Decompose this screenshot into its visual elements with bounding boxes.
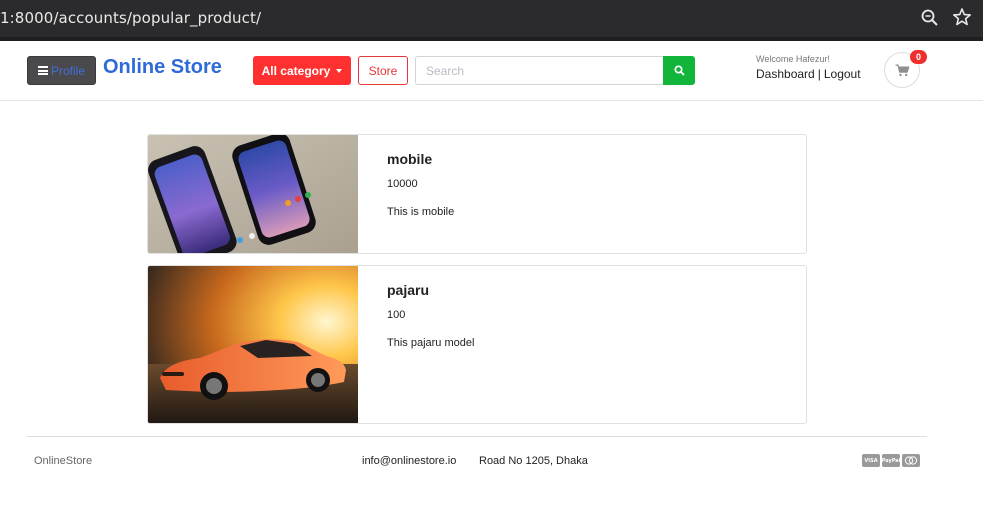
store-button[interactable]: Store [358, 56, 408, 85]
category-label: All category [261, 63, 331, 78]
url-text[interactable]: 1:8000/accounts/popular_product/ [0, 9, 261, 27]
browser-address-bar: 1:8000/accounts/popular_product/ [0, 0, 983, 37]
zoom-icon[interactable] [920, 8, 940, 28]
product-card[interactable]: pajaru 100 This pajaru model [147, 265, 807, 424]
cart-count-badge: 0 [910, 50, 927, 64]
paypal-icon: PayPal [882, 454, 900, 467]
footer-divider [27, 436, 927, 437]
footer-email[interactable]: info@onlinestore.io [362, 455, 456, 467]
footer-address: Road No 1205, Dhaka [479, 455, 588, 467]
product-card[interactable]: mobile 10000 This is mobile [147, 134, 807, 254]
site-header: Profile Online Store All category Store … [0, 41, 983, 101]
profile-label: Profile [51, 63, 86, 78]
product-description: This pajaru model [387, 337, 475, 349]
orange-sports-car-photo [148, 266, 358, 423]
welcome-text: Welcome Hafezur! [756, 54, 830, 64]
cart-icon [895, 63, 909, 76]
payment-icons: VISA PayPal [862, 454, 920, 467]
search-icon [673, 65, 685, 76]
footer-brand: OnlineStore [34, 455, 93, 467]
product-price: 10000 [387, 178, 418, 190]
logout-link[interactable]: Logout [824, 67, 861, 81]
search-button[interactable] [663, 56, 695, 85]
mastercard-icon [902, 454, 920, 467]
product-name[interactable]: pajaru [387, 282, 429, 298]
account-links: Dashboard | Logout [756, 67, 861, 81]
brand-logo[interactable]: Online Store [103, 56, 222, 79]
all-category-dropdown[interactable]: All category [253, 56, 351, 85]
bars-icon [38, 66, 48, 75]
visa-icon: VISA [862, 454, 880, 467]
product-image[interactable] [148, 266, 358, 423]
product-price: 100 [387, 309, 406, 321]
search-input[interactable] [415, 56, 664, 85]
profile-button[interactable]: Profile [27, 56, 96, 85]
product-description: This is mobile [387, 206, 455, 218]
smartphones-photo [148, 135, 358, 253]
star-icon[interactable] [952, 7, 972, 27]
caret-down-icon [336, 68, 343, 73]
dashboard-link[interactable]: Dashboard [756, 67, 815, 81]
product-image[interactable] [148, 135, 358, 253]
product-name[interactable]: mobile [387, 151, 432, 167]
link-separator: | [817, 67, 821, 81]
